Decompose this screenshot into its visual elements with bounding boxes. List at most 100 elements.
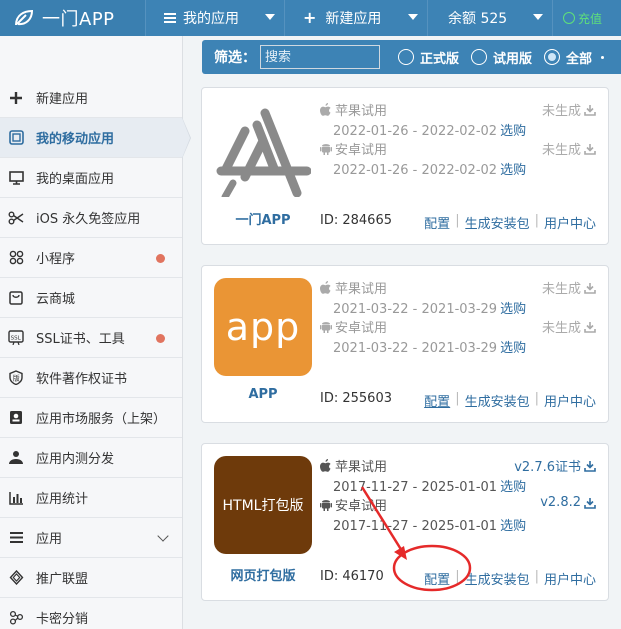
ios-status: 未生成 (542, 100, 596, 119)
ios-buy-link[interactable]: 选购 (500, 480, 526, 495)
sidebar-item-cloud-shop[interactable]: 云商城 (0, 278, 182, 318)
sidebar-item-market[interactable]: 应用市场服务（上架） (0, 398, 182, 438)
sidebar-item-apps-group[interactable]: 应用 (0, 518, 182, 558)
sidebar-item-mini-program[interactable]: 小程序 (0, 238, 182, 278)
sidebar-item-stats[interactable]: 应用统计 (0, 478, 182, 518)
android-status-label: 未生成 (541, 143, 581, 158)
ios-status-label[interactable]: v2.7.6证书 (514, 456, 581, 475)
app-id: ID: 284665 (320, 213, 392, 228)
download-icon[interactable] (584, 497, 596, 509)
radio-trial[interactable]: 试用版 (471, 48, 532, 67)
new-app-label: 新建应用 (325, 11, 382, 27)
ios-trial-row: 苹果试用 (320, 278, 387, 297)
app-card: app APP 苹果试用 2021-03-22 - 2021-03-29 选购 未… (201, 265, 609, 423)
filter-label: 筛选： (214, 50, 256, 66)
app-id: ID: 255603 (320, 391, 392, 406)
sidebar-item-copyright[interactable]: 版 软件著作权证书 (0, 358, 182, 398)
android-date: 2021-03-22 - 2021-03-29 (333, 341, 498, 356)
ios-trial-label: 苹果试用 (335, 104, 388, 119)
download-icon[interactable] (584, 321, 596, 333)
radio-all[interactable]: 全部 (544, 48, 592, 67)
card-actions: 配置 | 生成安装包 | 用户中心 (424, 391, 596, 410)
download-icon[interactable] (584, 282, 596, 294)
radio-circle-icon (471, 49, 488, 65)
share-icon (8, 610, 24, 626)
sidebar: 新建应用 我的移动应用 我的桌面应用 iOS 永久免签应用 小程序 云商城 SS… (0, 36, 191, 629)
ios-date: 2017-11-27 - 2025-01-01 (333, 480, 498, 495)
app-icon-text: HTML打包版 (222, 498, 304, 514)
app-name[interactable]: 一门APP (214, 209, 312, 228)
ios-status-label: 未生成 (541, 104, 581, 119)
ios-status: 未生成 (542, 278, 596, 297)
android-icon (320, 142, 333, 155)
sidebar-item-label: 应用 (36, 532, 63, 547)
sidebar-item-ios-signfree[interactable]: iOS 永久免签应用 (0, 198, 182, 238)
ios-trial-label: 苹果试用 (335, 282, 388, 297)
caret-down-icon (408, 14, 418, 20)
app-store-icon[interactable] (214, 100, 312, 198)
apple-icon (320, 281, 333, 294)
android-date: 2022-01-26 - 2022-02-02 (333, 163, 498, 178)
separator: | (534, 391, 539, 406)
app-name[interactable]: APP (214, 387, 312, 402)
sidebar-item-desktop-apps[interactable]: 我的桌面应用 (0, 158, 182, 198)
scissors-icon (8, 210, 24, 226)
sidebar-item-label: 小程序 (36, 252, 76, 267)
separator: | (455, 569, 460, 584)
sidebar-item-mobile-apps[interactable]: 我的移动应用 (0, 117, 191, 159)
sidebar-item-ssl[interactable]: SSL SSL证书、工具 (0, 318, 182, 358)
app-icon-text: app (225, 305, 301, 349)
android-status-label[interactable]: v2.8.2 (540, 495, 581, 510)
config-link[interactable]: 配置 (424, 391, 450, 410)
android-date: 2017-11-27 - 2025-01-01 (333, 519, 498, 534)
app-icon[interactable]: app (214, 278, 312, 376)
card-actions: 配置 | 生成安装包 | 用户中心 (424, 569, 596, 588)
android-buy-link[interactable]: 选购 (500, 341, 526, 356)
plus-icon (8, 90, 24, 106)
android-trial-label: 安卓试用 (335, 499, 388, 514)
android-date-range: 2021-03-22 - 2021-03-29 选购 (333, 337, 526, 356)
shop-icon (8, 290, 24, 306)
new-app-menu[interactable]: + 新建应用 (284, 0, 427, 36)
sidebar-item-label: 云商城 (36, 292, 76, 307)
android-buy-link[interactable]: 选购 (500, 163, 526, 178)
config-link[interactable]: 配置 (424, 569, 450, 588)
recharge-button[interactable]: 充值 (552, 0, 621, 36)
download-icon[interactable] (584, 143, 596, 155)
download-icon[interactable] (584, 460, 596, 472)
search-input[interactable] (260, 45, 380, 69)
config-link[interactable]: 配置 (424, 213, 450, 232)
user-center-link[interactable]: 用户中心 (544, 569, 596, 588)
sidebar-item-label: 我的移动应用 (36, 132, 115, 147)
android-buy-link[interactable]: 选购 (500, 519, 526, 534)
recharge-label: 充值 (578, 11, 603, 26)
android-date-range: 2017-11-27 - 2025-01-01 选购 (333, 515, 526, 534)
more-indicator (601, 55, 605, 59)
app-name[interactable]: 网页打包版 (214, 565, 312, 584)
my-apps-menu[interactable]: 我的应用 (145, 0, 284, 36)
brand-logo[interactable]: 一门APP (0, 0, 145, 36)
android-date-range: 2022-01-26 - 2022-02-02 选购 (333, 159, 526, 178)
sidebar-item-label: 软件著作权证书 (36, 372, 128, 387)
build-package-link[interactable]: 生成安装包 (465, 391, 530, 410)
ios-buy-link[interactable]: 选购 (500, 124, 526, 139)
radio-label: 正式版 (420, 51, 460, 67)
balance-menu[interactable]: 余额 525 (427, 0, 552, 36)
sidebar-item-card-distribution[interactable]: 卡密分销 (0, 598, 182, 629)
radio-official[interactable]: 正式版 (398, 48, 459, 67)
download-icon[interactable] (584, 104, 596, 116)
ssl-icon: SSL (8, 330, 24, 346)
sidebar-item-new-app[interactable]: 新建应用 (0, 78, 182, 118)
sidebar-item-distribute[interactable]: 应用内测分发 (0, 438, 182, 478)
ios-date-range: 2017-11-27 - 2025-01-01 选购 (333, 476, 526, 495)
sidebar-item-affiliate[interactable]: 推广联盟 (0, 558, 182, 598)
user-center-link[interactable]: 用户中心 (544, 213, 596, 232)
app-card: 一门APP 苹果试用 2022-01-26 - 2022-02-02 选购 未生成… (201, 87, 609, 245)
radio-circle-icon (398, 49, 414, 65)
user-center-link[interactable]: 用户中心 (544, 391, 596, 410)
notification-dot (156, 334, 165, 343)
build-package-link[interactable]: 生成安装包 (465, 569, 530, 588)
build-package-link[interactable]: 生成安装包 (465, 213, 530, 232)
ios-buy-link[interactable]: 选购 (500, 302, 526, 317)
app-icon[interactable]: HTML打包版 (214, 456, 312, 554)
